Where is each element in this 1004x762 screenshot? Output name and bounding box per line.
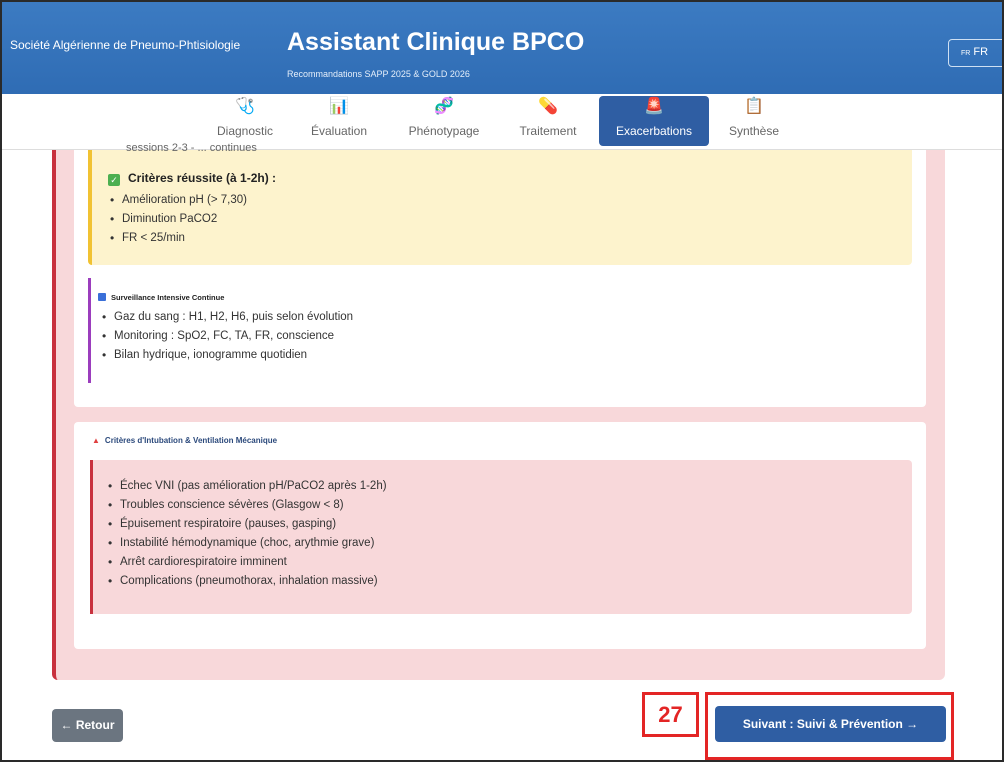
truncated-text: sessions 2-3 - ... continues bbox=[126, 142, 257, 154]
bar-chart-icon: 📊 bbox=[329, 98, 349, 115]
intubation-heading: ▲ Critères d'Intubation & Ventilation Méc… bbox=[92, 436, 277, 445]
annotation-marker: 27 bbox=[642, 692, 699, 737]
warning-icon: ▲ bbox=[92, 436, 100, 445]
surveillance-title: Surveillance Intensive Continue bbox=[111, 293, 225, 302]
back-button[interactable]: ← Retour bbox=[52, 709, 123, 742]
tab-synthese[interactable]: 📋 Synthèse bbox=[714, 96, 794, 146]
list-item: Diminution PaCO2 bbox=[106, 210, 247, 229]
list-item: Arrêt cardiorespiratoire imminent bbox=[104, 553, 387, 572]
success-criteria-list: Amélioration pH (> 7,30) Diminution PaCO… bbox=[106, 191, 247, 248]
tab-label: Traitement bbox=[519, 124, 577, 138]
list-item: Épuisement respiratoire (pauses, gasping… bbox=[104, 515, 387, 534]
intubation-title: Critères d'Intubation & Ventilation Méca… bbox=[104, 436, 278, 445]
success-criteria-heading: ✓ Critères réussite (à 1-2h) : bbox=[108, 171, 276, 186]
pill-icon: 💊 bbox=[538, 98, 558, 115]
tab-label: Phénotypage bbox=[408, 124, 480, 138]
list-item: Amélioration pH (> 7,30) bbox=[106, 191, 247, 210]
tab-traitement[interactable]: 💊 Traitement bbox=[504, 96, 592, 146]
tab-phenotypage[interactable]: 🧬 Phénotypage bbox=[398, 96, 490, 146]
surveillance-list: Gaz du sang : H1, H2, H6, puis selon évo… bbox=[98, 308, 353, 365]
tab-diagnostic[interactable]: 🩺 Diagnostic bbox=[200, 96, 290, 146]
language-label: FR bbox=[973, 46, 989, 58]
info-square-icon bbox=[98, 293, 106, 301]
app-title: Assistant Clinique BPCO bbox=[287, 28, 585, 56]
app-window: Société Algérienne de Pneumo-Phtisiologi… bbox=[0, 0, 1004, 762]
list-item: Bilan hydrique, ionogramme quotidien bbox=[98, 346, 353, 365]
tab-label: Évaluation bbox=[310, 124, 368, 138]
organization-name: Société Algérienne de Pneumo-Phtisiologi… bbox=[10, 38, 241, 52]
list-item: Complications (pneumothorax, inhalation … bbox=[104, 572, 387, 591]
tab-label: Synthèse bbox=[728, 124, 780, 138]
flag-fr-icon: FR bbox=[961, 50, 971, 57]
list-item: Gaz du sang : H1, H2, H6, puis selon évo… bbox=[98, 308, 353, 327]
checkmark-icon: ✓ bbox=[108, 174, 120, 186]
list-item: FR < 25/min bbox=[106, 229, 247, 248]
intubation-criteria-list: Échec VNI (pas amélioration pH/PaCO2 apr… bbox=[104, 477, 387, 591]
list-item: Troubles conscience sévères (Glasgow < 8… bbox=[104, 496, 387, 515]
tab-exacerbations[interactable]: 🚨 Exacerbations bbox=[599, 96, 709, 146]
list-item: Monitoring : SpO2, FC, TA, FR, conscienc… bbox=[98, 327, 353, 346]
clipboard-icon: 📋 bbox=[744, 98, 764, 115]
language-selector[interactable]: FR FR bbox=[948, 39, 1002, 67]
list-item: Instabilité hémodynamique (choc, arythmi… bbox=[104, 534, 387, 553]
next-button[interactable]: Suivant : Suivi & Prévention → bbox=[715, 706, 946, 742]
tab-label: Exacerbations bbox=[615, 124, 693, 138]
tab-label: Diagnostic bbox=[216, 124, 274, 138]
tab-evaluation[interactable]: 📊 Évaluation bbox=[294, 96, 384, 146]
success-criteria-title: Critères réussite (à 1-2h) : bbox=[128, 171, 277, 185]
stethoscope-icon: 🩺 bbox=[235, 98, 255, 115]
app-subtitle: Recommandations SAPP 2025 & GOLD 2026 bbox=[287, 69, 470, 79]
surveillance-heading: Surveillance Intensive Continue bbox=[98, 293, 224, 302]
dna-icon: 🧬 bbox=[434, 98, 454, 115]
app-header: Société Algérienne de Pneumo-Phtisiologi… bbox=[2, 2, 1002, 94]
siren-icon: 🚨 bbox=[644, 98, 664, 115]
list-item: Échec VNI (pas amélioration pH/PaCO2 apr… bbox=[104, 477, 387, 496]
